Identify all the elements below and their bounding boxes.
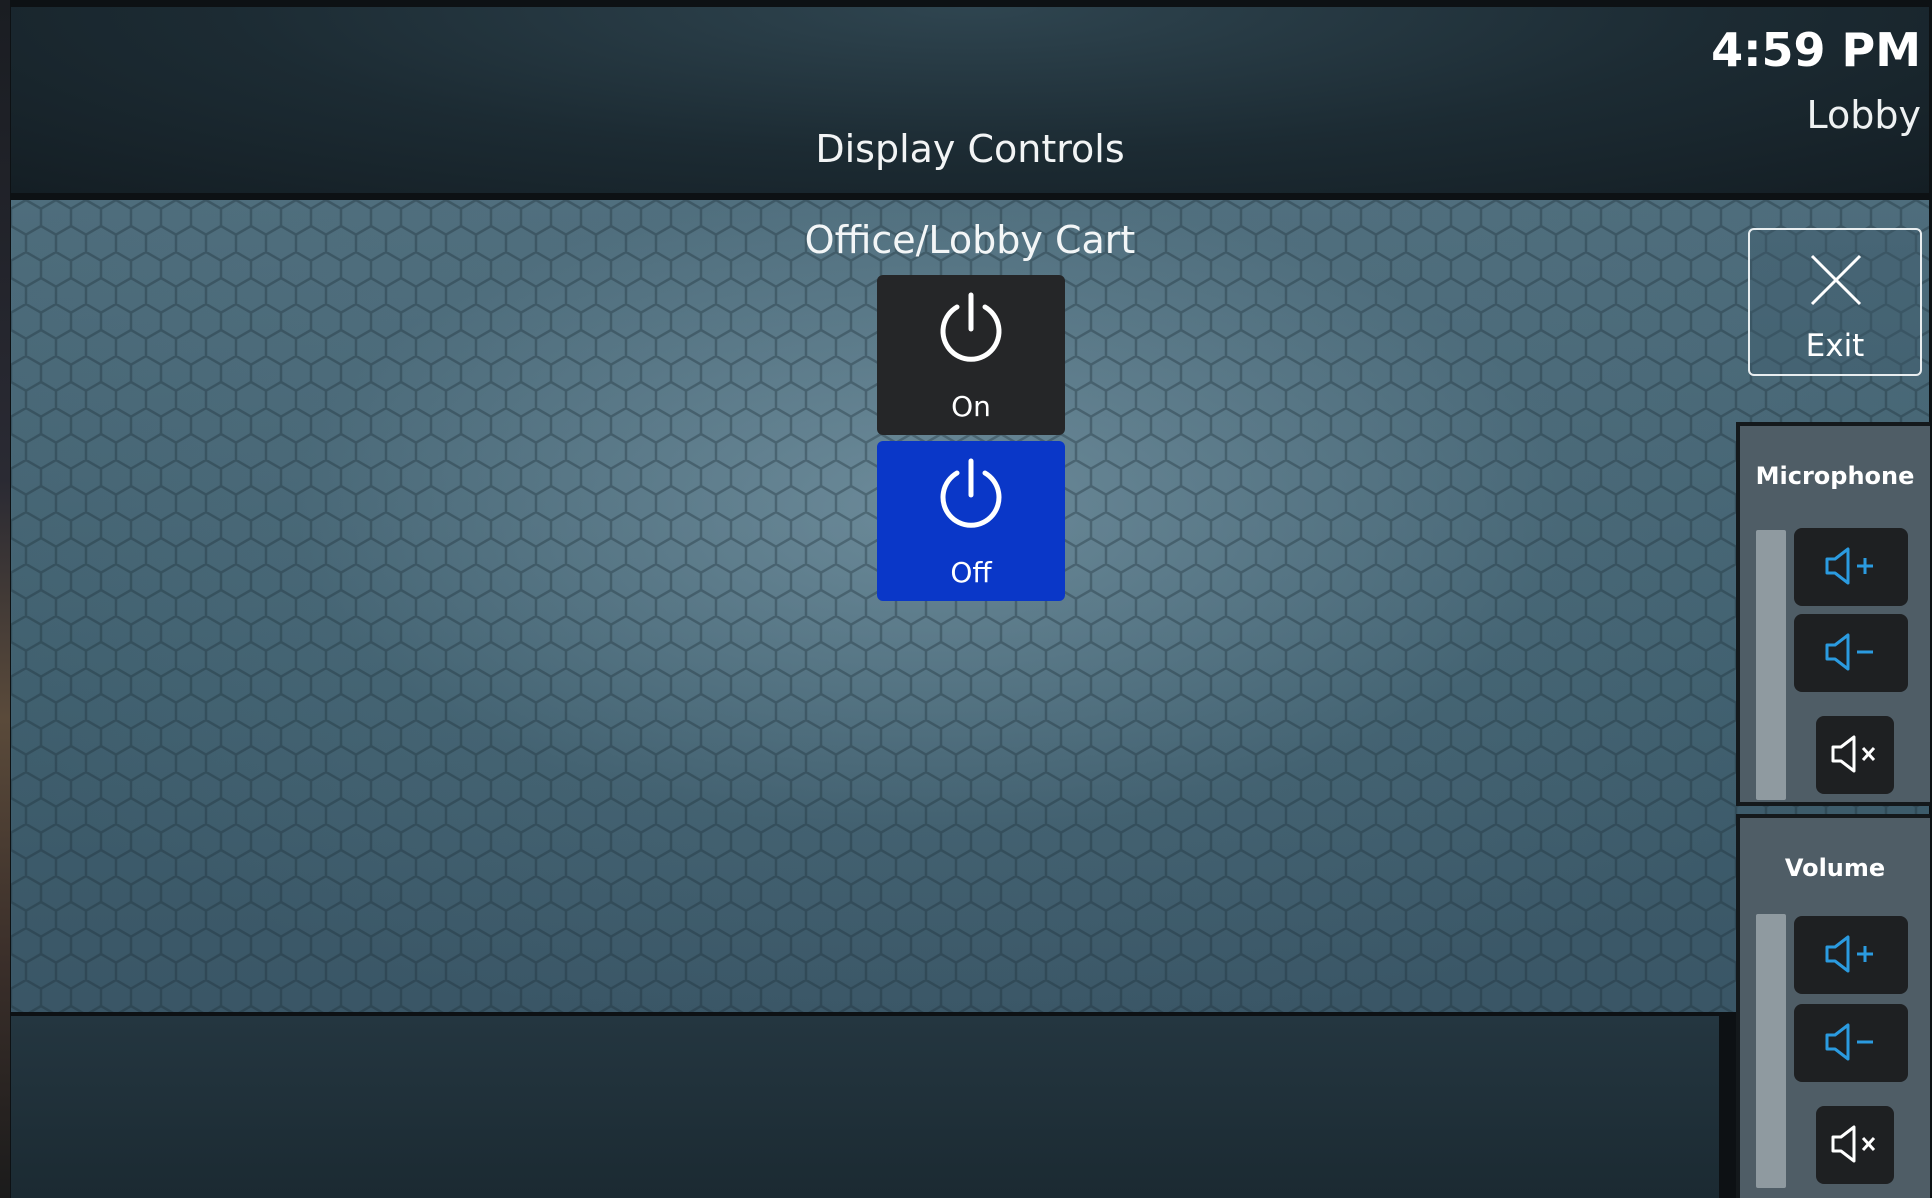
- power-off-button[interactable]: Off: [877, 441, 1065, 601]
- volume-down-icon: [1825, 633, 1873, 671]
- left-edge-strip: [0, 0, 10, 1198]
- volume-down-icon: [1825, 1023, 1873, 1061]
- room-name: Lobby: [1806, 93, 1921, 137]
- power-icon: [935, 455, 1007, 537]
- volume-down-button[interactable]: [1794, 1004, 1908, 1082]
- microphone-volume-down-button[interactable]: [1794, 614, 1908, 692]
- microphone-volume-up-button[interactable]: [1794, 528, 1908, 606]
- clock: 4:59 PM: [1711, 23, 1921, 77]
- power-on-label: On: [951, 390, 991, 423]
- volume-mute-button[interactable]: [1816, 1106, 1894, 1184]
- power-icon: [935, 289, 1007, 371]
- microphone-title: Microphone: [1755, 462, 1915, 490]
- exit-label: Exit: [1805, 328, 1865, 364]
- volume-up-icon: [1825, 547, 1873, 585]
- volume-up-button[interactable]: [1794, 916, 1908, 994]
- header-bar: Display Controls 4:59 PM Lobby: [11, 7, 1929, 193]
- volume-title: Volume: [1784, 854, 1886, 882]
- power-on-button[interactable]: On: [877, 275, 1065, 435]
- cart-title: Office/Lobby Cart: [804, 218, 1136, 262]
- close-icon: [1810, 254, 1862, 310]
- page-title: Display Controls: [815, 127, 1125, 171]
- power-off-label: Off: [950, 556, 992, 589]
- volume-up-icon: [1825, 935, 1873, 973]
- volume-level-bar[interactable]: [1756, 914, 1786, 1188]
- exit-button[interactable]: Exit: [1748, 228, 1922, 376]
- microphone-mute-button[interactable]: [1816, 716, 1894, 794]
- microphone-panel: Microphone: [1736, 422, 1930, 806]
- microphone-level-bar[interactable]: [1756, 530, 1786, 800]
- mute-icon: [1831, 735, 1876, 773]
- volume-panel: Volume: [1736, 814, 1930, 1198]
- footer-bar: [11, 1016, 1719, 1198]
- main-panel: Office/Lobby Cart On Off Exit: [11, 200, 1929, 1012]
- mute-icon: [1831, 1125, 1876, 1163]
